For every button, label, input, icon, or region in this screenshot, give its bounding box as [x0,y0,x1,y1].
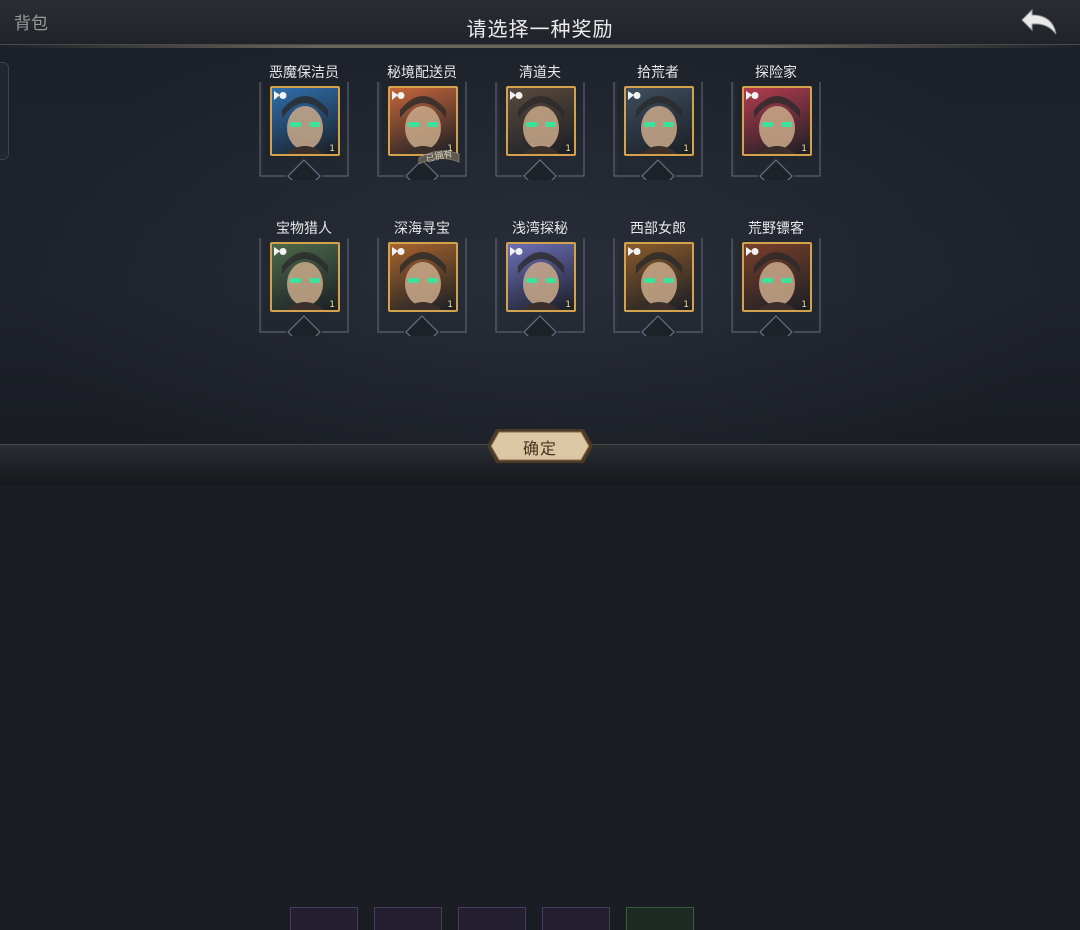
hero-portrait: 1 [624,242,694,312]
reward-card[interactable]: 拾荒者 1 [610,64,706,206]
grade-icon [274,91,287,100]
reward-name: 拾荒者 [637,65,679,81]
grade-icon [628,247,641,256]
hero-portrait: 1 [388,86,458,156]
reward-name: 宝物猎人 [276,221,332,237]
owned-badge: 已拥有 [417,148,461,165]
level-text: 1 [683,144,689,154]
reward-name: 恶魔保洁员 [269,65,339,81]
grade-icon [510,91,523,100]
level-text: 1 [565,144,571,154]
reward-card[interactable]: 西部女郎 1 [610,220,706,362]
reward-card[interactable]: 荒野镖客 1 [728,220,824,362]
level-text: 1 [329,144,335,154]
reward-card[interactable]: 宝物猎人 1 [256,220,352,362]
hero-portrait: 1 [388,242,458,312]
confirm-button[interactable]: 确定 [486,428,594,464]
reward-card[interactable]: 秘境配送员 1 [374,64,470,206]
hero-portrait: 1 [742,242,812,312]
hero-portrait: 1 [742,86,812,156]
grade-icon [274,247,287,256]
reward-name: 浅湾探秘 [512,221,568,237]
level-text: 1 [801,300,807,310]
grade-icon [392,91,405,100]
reward-card[interactable]: 浅湾探秘 1 [492,220,588,362]
level-text: 1 [329,300,335,310]
reward-card[interactable]: 清道夫 1 [492,64,588,206]
level-text: 1 [801,144,807,154]
reward-name: 深海寻宝 [394,221,450,237]
hero-portrait: 1 [624,86,694,156]
reward-card[interactable]: 深海寻宝 1 [374,220,470,362]
inventory-slot [542,907,610,930]
grade-icon [628,91,641,100]
side-tab[interactable] [0,62,9,160]
top-bar: 背包 请选择一种奖励 [0,0,1080,48]
reward-name: 清道夫 [519,65,561,81]
level-text: 1 [565,300,571,310]
back-button[interactable] [1018,6,1062,38]
inventory-slot [626,907,694,930]
reward-card[interactable]: 恶魔保洁员 1 [256,64,352,206]
inventory-slot [290,907,358,930]
confirm-label: 确定 [522,439,557,458]
back-arrow-icon [1021,8,1057,35]
reward-name: 西部女郎 [630,221,686,237]
grade-icon [510,247,523,256]
inventory-slot [458,907,526,930]
hero-portrait: 1 [270,86,340,156]
level-text: 1 [447,300,453,310]
grade-icon [746,91,759,100]
grade-icon [392,247,405,256]
reward-card[interactable]: 探险家 1 [728,64,824,206]
reward-name: 秘境配送员 [387,65,457,81]
level-text: 1 [683,300,689,310]
hero-portrait: 1 [506,242,576,312]
grade-icon [746,247,759,256]
hero-portrait: 1 [506,86,576,156]
dialog-title: 请选择一种奖励 [466,17,614,41]
reward-name: 荒野镖客 [748,221,804,237]
hero-portrait: 1 [270,242,340,312]
reward-name: 探险家 [755,65,797,81]
inventory-slot [374,907,442,930]
